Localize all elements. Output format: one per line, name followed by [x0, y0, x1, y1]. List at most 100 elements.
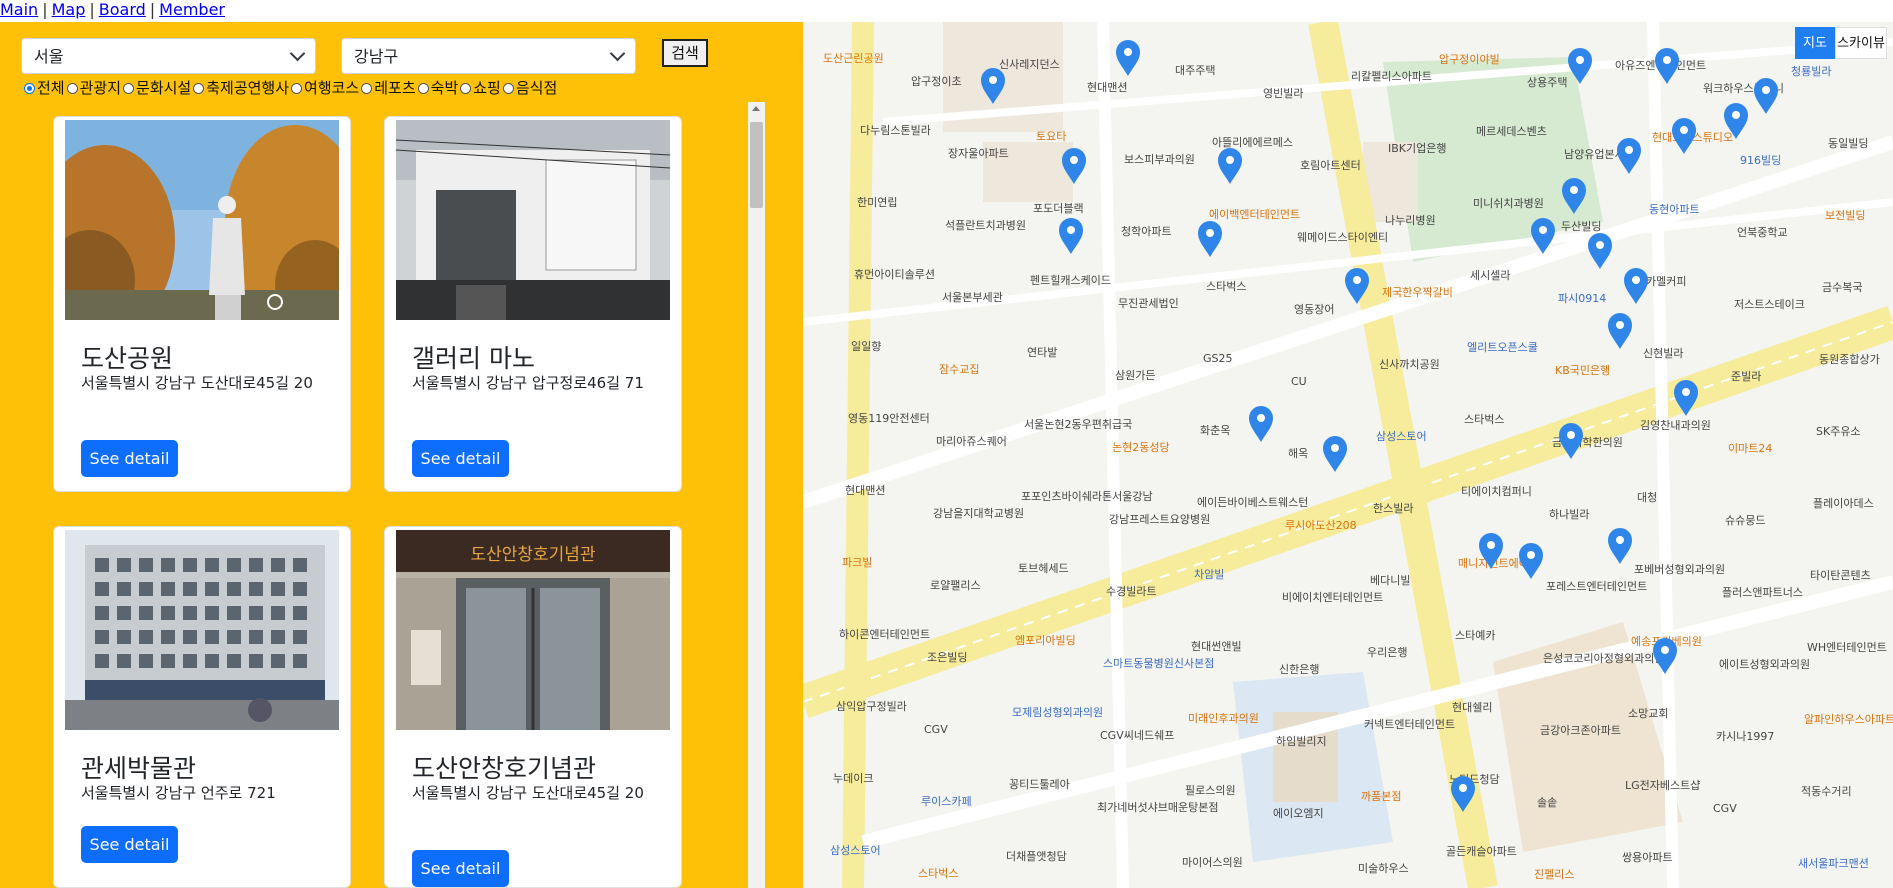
map-place-label: 스타예카 — [1455, 629, 1495, 642]
map-place-label: 마이어스의원 — [1182, 856, 1243, 869]
nav-link-main[interactable]: Main — [0, 0, 38, 19]
map-place-label: 루이스카페 — [921, 795, 972, 808]
category-radio-leisure[interactable]: 레포츠 — [361, 78, 416, 98]
map-place-label: 하이콘엔터테인먼트 — [839, 627, 930, 641]
map-place-label: 포레스트엔터테인먼트 — [1546, 580, 1647, 593]
district-select[interactable]: 강남구 — [341, 38, 636, 74]
card-list-scrollbar[interactable] — [748, 102, 765, 888]
category-radio-shopping[interactable]: 쇼핑 — [460, 78, 501, 98]
map-place-label: 청룡빌라 — [1791, 65, 1831, 78]
map-place-label: 진펠리스 — [1534, 868, 1574, 881]
category-label: 관광지 — [79, 79, 122, 97]
map-place-label: 비에이치엔터테인먼트 — [1282, 591, 1383, 604]
map-place-label: 다누림스톤빌라 — [860, 124, 931, 137]
map-place-label: 도산근린공원 — [823, 52, 884, 65]
category-radio-all[interactable]: 전체 — [24, 78, 65, 98]
radio-icon — [460, 82, 472, 94]
map-place-label: 소망교회 — [1628, 707, 1668, 720]
map-place-label: 누데이크 — [833, 772, 873, 785]
category-label: 축제공연행사 — [206, 79, 290, 97]
radio-icon — [291, 82, 303, 94]
place-photo: 도산안창호기념관 — [396, 530, 670, 730]
map-place-label: 포포인츠바이쉐라톤서울강남 — [1021, 490, 1153, 503]
map-place-label: 포베버성형외과의원 — [1634, 563, 1725, 576]
map-place-label: 세시셀라 — [1470, 269, 1510, 282]
map-place-label: 엠포리아빌딩 — [1015, 634, 1076, 647]
radio-icon — [123, 82, 135, 94]
map-place-label: 커넥트엔터테인먼트 — [1364, 718, 1455, 731]
place-photo — [396, 120, 670, 320]
category-label: 음식점 — [515, 79, 558, 97]
place-card: 갤러리 마노 서울특별시 강남구 압구정로46길 71 See detail — [384, 116, 682, 492]
map-place-label: 잠수교집 — [939, 363, 979, 376]
map-place-label: 아뜰리에에르메스 — [1212, 136, 1293, 149]
map-place-label: 로얄팰리스 — [930, 578, 981, 592]
place-photo — [65, 120, 339, 320]
map-place-label: 에이백엔터테인먼트 — [1209, 208, 1300, 221]
map-place-label: 삼성스토어 — [1376, 430, 1427, 443]
nav-link-map[interactable]: Map — [52, 0, 86, 19]
map-place-label: 수경빌라트 — [1106, 585, 1157, 598]
place-name: 도산안창호기념관 — [412, 754, 597, 783]
map-view[interactable]: 도산근린공원 압구정이초 신사레지던스 현대맨션 대주주택 영빈빌라 리칼펠리스아파트 압구정… — [803, 22, 1893, 888]
map-place-label: 저스트스테이크 — [1734, 298, 1805, 311]
nav-separator: | — [42, 0, 48, 19]
map-place-label: 플러스앤파트너스 — [1722, 586, 1803, 599]
nav-link-board[interactable]: Board — [99, 0, 146, 19]
map-place-label: 남양유업본사 — [1564, 148, 1625, 161]
category-radio-travel-course[interactable]: 여행코스 — [291, 78, 359, 98]
see-detail-button[interactable]: See detail — [412, 850, 509, 887]
map-place-label: 펜트힐캐스케이드 — [1030, 274, 1111, 287]
map-type-map-button[interactable]: 지도 — [1795, 27, 1835, 59]
category-label: 레포츠 — [374, 79, 416, 97]
see-detail-button[interactable]: See detail — [412, 440, 509, 477]
map-place-label: 청학아파트 — [1121, 225, 1172, 238]
map-place-label: CU — [1291, 375, 1307, 388]
see-detail-button[interactable]: See detail — [81, 826, 178, 863]
scroll-up-arrow-icon[interactable] — [752, 106, 760, 111]
map-place-label: 차암빌 — [1194, 568, 1224, 581]
map-place-label: 카멜커피 — [1646, 275, 1686, 288]
see-detail-button[interactable]: See detail — [81, 440, 178, 477]
map-place-label: 대청 — [1637, 491, 1657, 504]
map-place-label: 스타벅스 — [1206, 280, 1246, 293]
map-type-skyview-button[interactable]: 스카이뷰 — [1835, 27, 1887, 59]
map-place-label: 호림아트센터 — [1300, 159, 1361, 172]
map-place-label: 금수복국 — [1822, 281, 1862, 294]
map-place-label: SK주유소 — [1816, 425, 1861, 438]
category-radio-culture[interactable]: 문화시설 — [123, 78, 191, 98]
map-place-label: 꽁티드툴레아 — [1009, 778, 1070, 791]
map-place-label: 연타발 — [1027, 346, 1057, 359]
map-place-label: 논현2동성당 — [1112, 441, 1170, 454]
nav-link-member[interactable]: Member — [159, 0, 225, 19]
search-button[interactable]: 검색 — [662, 39, 708, 67]
map-place-label: 대주주택 — [1175, 64, 1215, 77]
category-radio-tourist-spot[interactable]: 관광지 — [66, 78, 122, 98]
top-nav: Main | Map | Board | Member — [0, 0, 225, 22]
map-place-label: 엘리트오픈스쿨 — [1467, 341, 1538, 354]
category-radio-lodging[interactable]: 숙박 — [417, 78, 458, 98]
map-place-label: 슈슈뭉드 — [1725, 514, 1765, 527]
map-place-label: 타이탄콘텐츠 — [1810, 569, 1871, 582]
map-place-label: 제국한우짝갈비 — [1382, 285, 1453, 299]
map-place-label: 해옥 — [1288, 446, 1308, 460]
map-place-label: 솔솥 — [1537, 796, 1557, 809]
map-place-label: 스마트동물병원신사본점 — [1103, 657, 1214, 670]
map-place-label: 웨메이드스타이엔티 — [1297, 231, 1388, 244]
map-place-label: 신현빌라 — [1643, 347, 1683, 360]
map-place-label: 장자울아파트 — [948, 147, 1009, 160]
category-label: 전체 — [37, 79, 65, 97]
map-place-label: 적동수거리 — [1801, 785, 1852, 798]
map-place-label: 강남을지대학교병원 — [933, 507, 1024, 520]
map-place-label: 파시0914 — [1558, 292, 1606, 305]
scrollbar-thumb[interactable] — [750, 122, 763, 208]
map-place-label: 현대맨션 — [845, 484, 885, 497]
radio-icon — [502, 82, 514, 94]
map-place-label: 서울논현2동우편취급국 — [1024, 418, 1132, 431]
map-place-label: 까품본점 — [1361, 790, 1401, 803]
map-place-label: 미술하우스 — [1358, 861, 1409, 875]
category-radio-restaurant[interactable]: 음식점 — [502, 78, 558, 98]
category-radio-festival[interactable]: 축제공연행사 — [193, 78, 289, 98]
chevron-down-icon — [609, 45, 626, 62]
region-select[interactable]: 서울 — [21, 38, 316, 74]
